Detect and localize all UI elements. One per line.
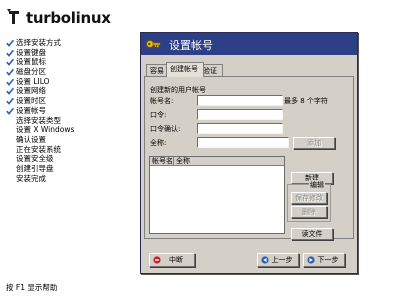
column-header-fullname[interactable]: 全称 bbox=[174, 157, 284, 166]
arrow-right-icon bbox=[307, 256, 315, 264]
tab-create-account[interactable]: 创建帐号 bbox=[166, 62, 204, 77]
previous-button[interactable]: 上一步 bbox=[257, 253, 299, 267]
section-label: 创建新的用户帐号 bbox=[150, 86, 206, 94]
checkmark-icon bbox=[6, 78, 14, 86]
checkmark-icon bbox=[6, 107, 14, 115]
installer-step: 设置 LILO bbox=[6, 77, 126, 87]
installer-step: 设置 X Windows bbox=[6, 125, 126, 135]
turbolinux-logo-icon bbox=[7, 9, 19, 24]
installer-step: 设置时区 bbox=[6, 96, 126, 106]
checkmark-icon bbox=[6, 59, 14, 67]
installer-step-label: 设置时区 bbox=[16, 96, 46, 106]
installer-step-label: 设置键盘 bbox=[16, 47, 46, 57]
brand-name: turbolinux bbox=[26, 9, 111, 27]
installer-step-label: 选择安装类型 bbox=[16, 115, 61, 125]
password-confirm-field[interactable] bbox=[197, 123, 283, 134]
installer-step: 选择安装方式 bbox=[6, 38, 126, 48]
turbolinux-logo: turbolinux bbox=[6, 6, 126, 30]
installer-step-label: 设置 LILO bbox=[16, 76, 50, 86]
save-changes-button[interactable]: 保存修改 bbox=[291, 192, 327, 204]
installer-step: 设置键盘 bbox=[6, 48, 126, 58]
account-setup-dialog: 设置帐号 容易 创建帐号 验证 创建新的用户帐号 帐号名: 最多 8 个字符 口… bbox=[140, 32, 358, 274]
dialog-title: 设置帐号 bbox=[169, 39, 213, 52]
installer-step-label: 确认设置 bbox=[16, 134, 46, 144]
next-button-label: 下一步 bbox=[317, 256, 339, 264]
installer-step-label: 设置网络 bbox=[16, 86, 46, 96]
installer-step: 设置帐号 bbox=[6, 106, 126, 116]
installer-step: 设置网络 bbox=[6, 86, 126, 96]
installer-step-label: 选择安装方式 bbox=[16, 38, 61, 47]
installer-step: 确认设置 bbox=[6, 135, 126, 145]
checkmark-icon bbox=[6, 49, 14, 57]
installer-step: 磁盘分区 bbox=[6, 67, 126, 77]
installer-step: 正在安装系统 bbox=[6, 145, 126, 155]
edit-group-label: 编辑 bbox=[309, 180, 325, 190]
account-name-field[interactable] bbox=[197, 95, 283, 106]
installer-step-label: 安装完成 bbox=[16, 173, 46, 183]
delete-button[interactable]: 删除 bbox=[291, 206, 327, 218]
installer-step: 设置安全级 bbox=[6, 154, 126, 164]
read-file-button[interactable]: 读文件 bbox=[291, 228, 333, 240]
checkmark-icon bbox=[6, 88, 14, 96]
checkmark-icon bbox=[6, 39, 14, 47]
password-confirm-label: 口令确认: bbox=[150, 125, 181, 133]
full-name-field[interactable] bbox=[197, 137, 289, 148]
installer-step-label: 正在安装系统 bbox=[16, 144, 61, 154]
checkmark-icon bbox=[6, 68, 14, 76]
next-button[interactable]: 下一步 bbox=[303, 253, 345, 267]
installer-step-label: 设置安全级 bbox=[16, 154, 54, 164]
installer-step: 安装完成 bbox=[6, 174, 126, 184]
stop-icon bbox=[153, 256, 161, 264]
add-button[interactable]: 添加 bbox=[293, 137, 335, 149]
installer-step: 设置鼠标 bbox=[6, 57, 126, 67]
installer-screen: turbolinux 选择安装方式 设置键盘 设置鼠标 磁盘分区 设置 LILO 设置网络… bbox=[0, 0, 400, 300]
account-list[interactable]: 帐号名 全称 bbox=[149, 156, 285, 234]
account-name-label: 帐号名: bbox=[150, 97, 174, 105]
dialog-titlebar[interactable]: 设置帐号 bbox=[141, 33, 357, 55]
column-header-account[interactable]: 帐号名 bbox=[150, 157, 174, 166]
arrow-left-icon bbox=[261, 256, 269, 264]
password-label: 口令: bbox=[150, 111, 167, 119]
installer-step-label: 磁盘分区 bbox=[16, 67, 46, 77]
checkmark-icon bbox=[6, 97, 14, 105]
cancel-button[interactable]: 中断 bbox=[149, 253, 195, 267]
previous-button-label: 上一步 bbox=[271, 256, 293, 264]
help-hint: 按 F1 显示帮助 bbox=[6, 283, 58, 292]
installer-step-list: 选择安装方式 设置键盘 设置鼠标 磁盘分区 设置 LILO 设置网络 设置时区 设置帐号 选择安… bbox=[6, 38, 126, 183]
installer-step-label: 创建引导盘 bbox=[16, 163, 54, 173]
key-icon bbox=[146, 40, 161, 48]
password-field[interactable] bbox=[197, 109, 283, 120]
cancel-button-label: 中断 bbox=[169, 256, 183, 264]
installer-step: 选择安装类型 bbox=[6, 116, 126, 126]
installer-step-label: 设置鼠标 bbox=[16, 57, 46, 67]
installer-step: 创建引导盘 bbox=[6, 164, 126, 174]
installer-step-label: 设置帐号 bbox=[16, 105, 46, 115]
installer-step-label: 设置 X Windows bbox=[16, 125, 75, 135]
account-name-hint: 最多 8 个字符 bbox=[284, 97, 328, 105]
full-name-label: 全称: bbox=[150, 139, 167, 147]
